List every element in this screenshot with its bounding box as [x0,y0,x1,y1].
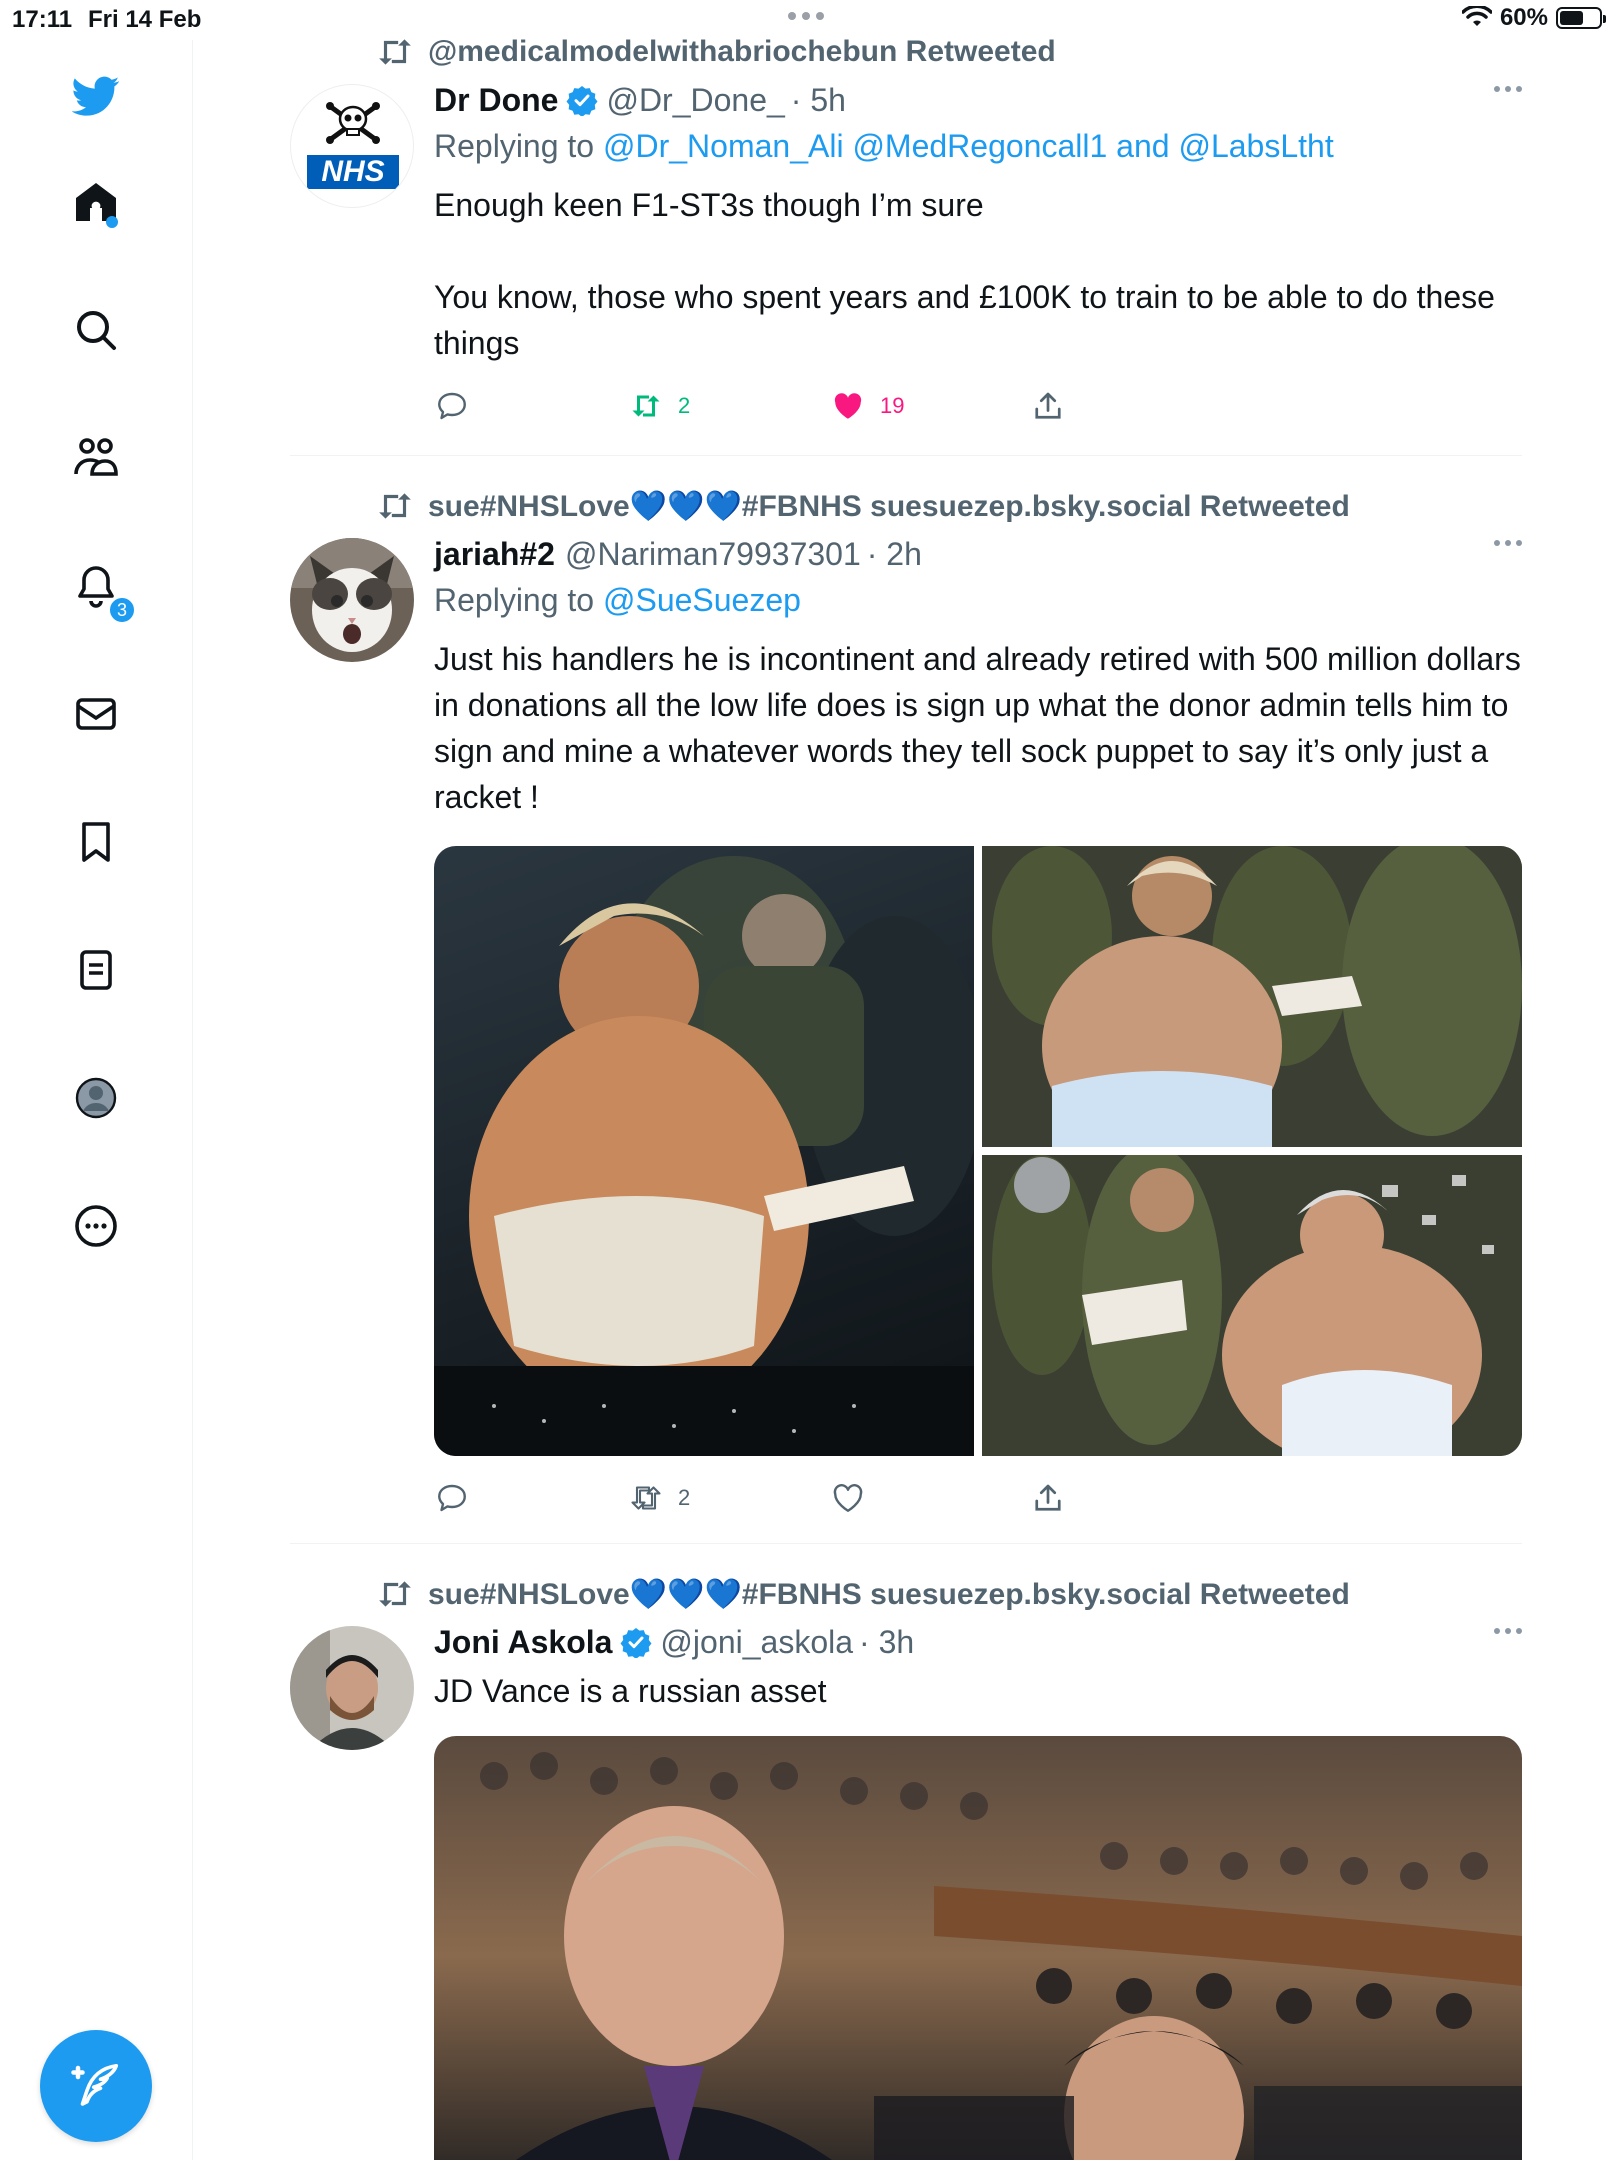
retweeted-by-line: sue#NHSLove💙💙💙#FBNHS suesuezep.bsky.soci… [376,1574,1350,1614]
tweet-text: Enough keen F1-ST3s though I’m sure You … [434,187,1495,361]
like-button[interactable] [830,1480,880,1516]
share-icon [1035,392,1061,419]
display-name[interactable]: Dr Done [434,82,558,119]
tweet-text: JD Vance is a russian asset [434,1673,827,1709]
verified-badge-icon [620,1628,652,1658]
communities-icon[interactable] [68,430,124,486]
notifications-badge: 3 [108,596,136,624]
compose-icon [71,2063,119,2106]
retweeted-by-line: sue#NHSLove💙💙💙#FBNHS suesuezep.bsky.soci… [376,486,1350,526]
messages-icon[interactable] [68,686,124,742]
avatar[interactable] [290,538,414,662]
retweeted-by-text[interactable]: @medicalmodelwithabriochebun Retweeted [428,35,1056,69]
tweet-actions: 2 [434,1480,1134,1520]
tweet-text: Just his handlers he is incontinent and … [434,641,1530,815]
share-button[interactable] [1030,1480,1066,1516]
retweet-indicator-icon [379,1581,411,1607]
replying-prefix: Replying to [434,128,595,164]
retweeted-by-text[interactable]: sue#NHSLove💙💙💙#FBNHS suesuezep.bsky.soci… [428,489,1350,524]
twitter-logo-icon[interactable] [68,68,124,124]
more-icon[interactable] [68,1198,124,1254]
tweet-time[interactable]: · 2h [867,536,922,573]
reply-button[interactable] [434,388,470,424]
share-icon [1035,1484,1061,1511]
tweet-time[interactable]: · 3h [859,1624,914,1661]
replying-to: Replying to @Dr_Noman_Ali @MedRegoncall1… [434,128,1522,172]
status-date: Fri 14 Feb [88,6,202,33]
battery-icon [1556,7,1606,29]
retweet-indicator-icon [379,493,411,519]
display-name[interactable]: Joni Askola [434,1624,612,1661]
battery-percent: 60% [1499,4,1548,31]
reply-icon [438,392,466,420]
replying-to: Replying to @SueSuezep [434,582,1522,626]
more-options-icon[interactable] [1494,1628,1522,1634]
avatar[interactable]: NHS [290,84,414,208]
user-handle[interactable]: @Dr_Done_ [606,82,784,119]
user-handle[interactable]: @joni_askola [660,1624,853,1661]
tweet-actions: 2 19 [434,388,1134,428]
display-name[interactable]: jariah#2 [434,536,555,573]
media-image[interactable] [982,1155,1522,1456]
bookmarks-icon[interactable] [68,814,124,870]
media-grid [434,846,1522,1456]
profile-icon[interactable] [68,1070,124,1126]
more-options-icon[interactable] [1494,540,1522,546]
status-time: 17:11 [12,6,73,33]
heart-filled-icon [834,393,862,419]
retweeted-by-line: @medicalmodelwithabriochebun Retweeted [376,32,1056,72]
retweet-count: 2 [678,393,691,418]
like-count: 19 [880,393,905,418]
more-options-icon[interactable] [1494,86,1522,92]
lists-icon[interactable] [68,942,124,998]
retweet-button[interactable]: 2 [628,1480,690,1516]
nhs-logo-text: NHS [321,155,385,188]
reply-mentions[interactable]: @SueSuezep [603,582,801,618]
reply-button[interactable] [434,1480,470,1516]
retweet-button[interactable]: 2 [628,388,690,424]
tweet-divider [290,455,1522,456]
heart-icon [833,1484,863,1512]
tweet[interactable]: sue#NHSLove💙💙💙#FBNHS suesuezep.bsky.soci… [290,486,1522,1536]
like-button[interactable]: 19 [830,388,904,424]
retweet-indicator-icon [379,39,411,65]
media-image[interactable] [434,1736,1522,2160]
verified-badge-icon [566,86,598,116]
user-handle[interactable]: @Nariman79937301 [565,536,861,573]
wifi-icon [1461,6,1492,26]
retweet-icon [632,395,660,417]
multitasking-dots-icon[interactable] [788,12,824,20]
media-image[interactable] [982,846,1522,1147]
avatar[interactable] [290,1626,414,1750]
tweet[interactable]: sue#NHSLove💙💙💙#FBNHS suesuezep.bsky.soci… [290,1574,1522,2160]
compose-tweet-button[interactable] [40,2030,152,2142]
home-unread-dot [106,216,118,228]
retweet-count: 2 [678,1485,691,1510]
tweet[interactable]: @medicalmodelwithabriochebun Retweeted N… [290,32,1522,422]
reply-mentions[interactable]: @Dr_Noman_Ali @MedRegoncall1 and @LabsLt… [603,128,1334,164]
share-button[interactable] [1030,388,1066,424]
tweet-time[interactable]: · 5h [791,82,846,119]
media-image[interactable] [434,846,974,1456]
skull-crossbones-nhs-avatar [307,102,399,189]
retweet-icon [631,1486,661,1510]
replying-prefix: Replying to [434,582,595,618]
joni-avatar-image [290,1626,414,1750]
reply-icon [438,1484,466,1512]
tweet-divider [290,1543,1522,1544]
sidebar-nav: 3 [0,40,193,2160]
search-icon[interactable] [68,302,124,358]
cat-avatar-image [290,538,414,662]
retweeted-by-text[interactable]: sue#NHSLove💙💙💙#FBNHS suesuezep.bsky.soci… [428,1577,1350,1612]
